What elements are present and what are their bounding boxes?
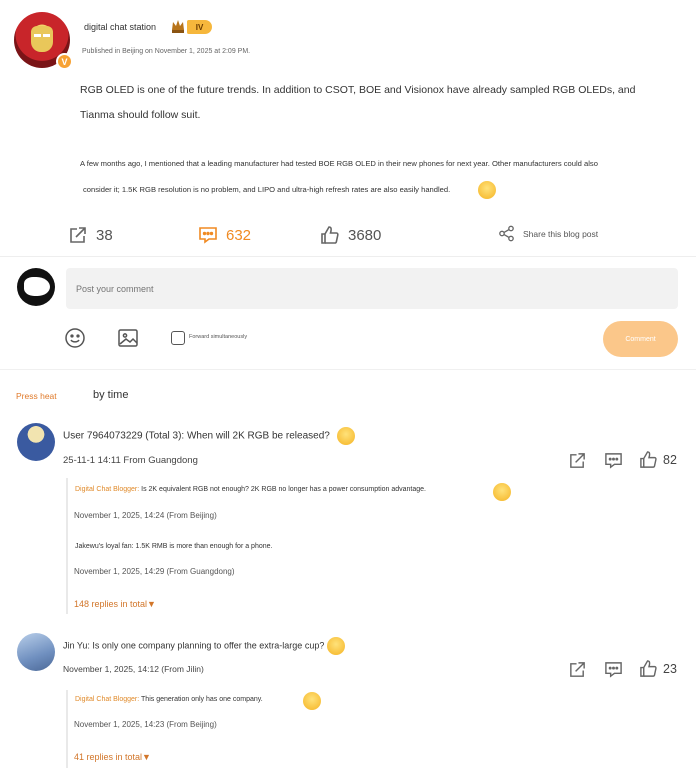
forward-checkbox-label: Forward simultaneously	[189, 334, 248, 340]
sort-by-heat[interactable]: Press heat	[16, 391, 57, 401]
forward-button[interactable]: 38	[68, 225, 113, 245]
comment-meta: 25-11-1 14:11 From Guangdong	[63, 455, 198, 466]
emoji-icon	[336, 427, 355, 445]
caret-down-icon: ▼	[142, 752, 151, 762]
divider	[0, 369, 696, 370]
emoji-icon	[326, 637, 345, 655]
view-replies-link[interactable]: 41 replies in total▼	[74, 752, 151, 762]
comment-text: User 7964073229 (Total 3): When will 2K …	[63, 427, 355, 445]
like-button[interactable]: 3680	[320, 225, 381, 245]
reply-icon[interactable]	[604, 451, 623, 470]
reply-meta: November 1, 2025, 14:23 (From Beijing)	[74, 720, 217, 729]
reply-text: Jakewu's loyal fan: 1.5K RMB is more tha…	[75, 543, 273, 550]
level-badge: IV	[187, 20, 212, 34]
comment-like-count: 82	[663, 453, 677, 467]
reply-meta: November 1, 2025, 14:29 (From Guangdong)	[74, 567, 235, 576]
post-paragraph-2: A few months ago, I mentioned that a lea…	[80, 151, 680, 203]
comment-count: 632	[226, 226, 252, 244]
publish-info: Published in Beijing on November 1, 2025…	[82, 48, 251, 55]
forward-icon	[68, 225, 88, 245]
my-avatar	[17, 268, 55, 306]
emoji-icon	[493, 483, 511, 501]
reply-icon[interactable]	[604, 660, 623, 679]
forward-checkbox[interactable]	[171, 331, 185, 345]
submit-comment-button[interactable]: Comment	[603, 321, 678, 357]
divider	[0, 256, 696, 257]
comment-icon	[198, 225, 218, 245]
emoji-icon	[478, 181, 497, 199]
thumbs-up-icon[interactable]	[639, 659, 658, 678]
thumbs-up-icon[interactable]	[639, 450, 658, 469]
comment-count-button[interactable]: 632	[198, 225, 251, 245]
crown-icon	[171, 18, 185, 34]
comment-input[interactable]	[66, 268, 678, 309]
comment-meta: November 1, 2025, 14:12 (From Jilin)	[63, 664, 204, 674]
post-paragraph-1: RGB OLED is one of the future trends. In…	[80, 84, 636, 121]
sort-by-time[interactable]: by time	[93, 389, 128, 401]
comment-text: Jin Yu: Is only one company planning to …	[63, 637, 345, 655]
view-replies-link[interactable]: 148 replies in total▼	[74, 599, 156, 609]
share-icon	[498, 225, 515, 242]
author-name[interactable]: digital chat station	[84, 22, 156, 32]
commenter-avatar[interactable]	[17, 633, 55, 671]
emoji-icon	[303, 692, 321, 710]
forward-count: 38	[96, 226, 113, 244]
like-count: 3680	[348, 226, 382, 244]
forward-icon[interactable]	[568, 660, 587, 679]
reply-text: Digital Chat Blogger: This generation on…	[75, 696, 263, 703]
share-label: Share this blog post	[523, 228, 599, 239]
caret-down-icon: ▼	[147, 599, 156, 609]
image-upload-icon[interactable]	[117, 327, 139, 349]
commenter-avatar[interactable]	[17, 423, 55, 461]
share-button[interactable]: Share this blog post	[498, 225, 598, 242]
thumbs-up-icon	[320, 225, 340, 245]
emoji-picker-icon[interactable]	[64, 327, 86, 349]
reply-meta: November 1, 2025, 14:24 (From Beijing)	[74, 511, 217, 520]
comment-like-count: 23	[663, 662, 677, 676]
forward-icon[interactable]	[568, 451, 587, 470]
verified-badge: V	[56, 53, 73, 70]
reply-text: Digital Chat Blogger: Is 2K equivalent R…	[75, 486, 426, 493]
